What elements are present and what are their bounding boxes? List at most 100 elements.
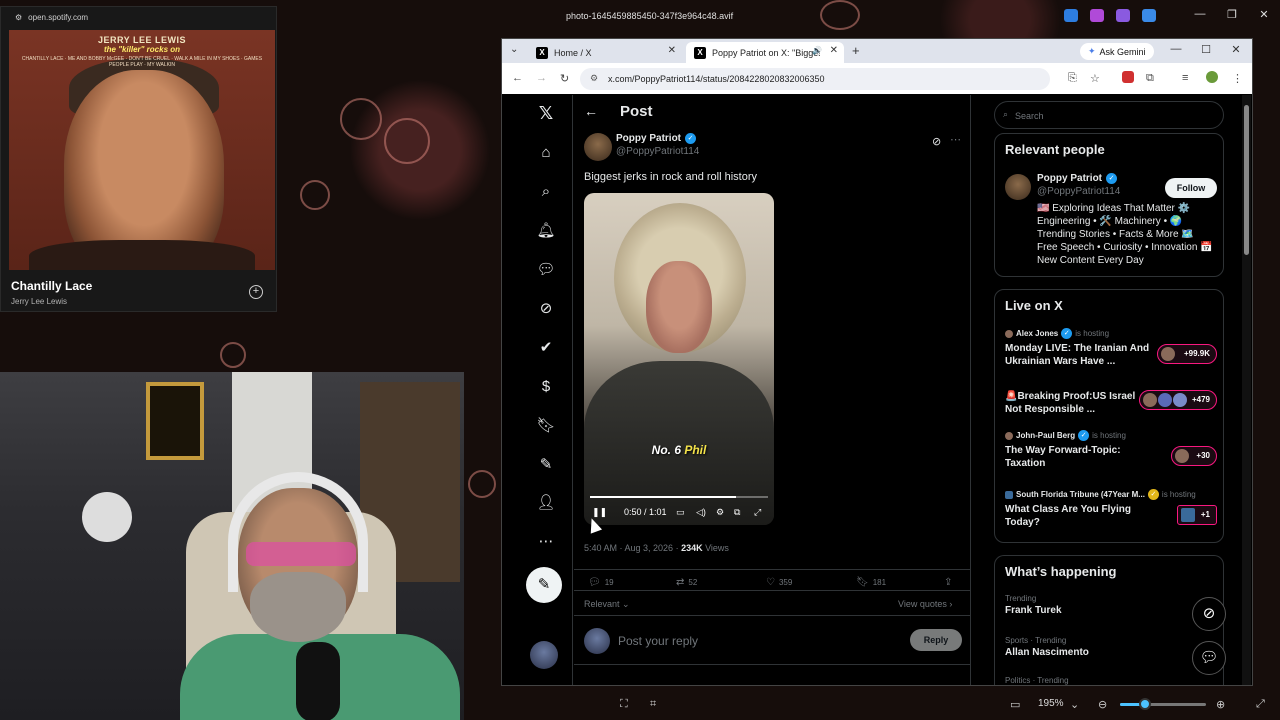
zoom-slider[interactable] <box>1120 703 1206 706</box>
adblock-extension-icon[interactable] <box>1122 71 1134 83</box>
grok-explain-icon[interactable]: ⊘ <box>932 135 941 148</box>
live-item[interactable]: Alex Jones ✓ is hosting Monday LIVE: The I… <box>1005 328 1219 372</box>
zoom-dropdown-icon[interactable]: ⌄ <box>1070 698 1079 711</box>
reply-sort-dropdown[interactable]: Relevant ⌄ <box>584 599 630 610</box>
site-settings-icon[interactable]: ⚙ <box>15 13 22 22</box>
ask-gemini-button[interactable]: ✦ Ask Gemini <box>1080 43 1154 60</box>
new-tab-icon[interactable]: + <box>852 43 860 58</box>
bookmark-stat[interactable]: 🔖︎ 181 <box>856 577 886 588</box>
scan-text-icon[interactable]: ⌗ <box>650 698 656 711</box>
bookmarks-icon[interactable]: 🔖︎ <box>534 414 558 438</box>
profile-avatar[interactable] <box>1206 71 1218 83</box>
compose-post-button[interactable]: ✎ <box>526 567 562 603</box>
browser-close-icon[interactable]: ✕ <box>1228 43 1244 56</box>
person-avatar[interactable] <box>1005 174 1031 200</box>
live-item[interactable]: 🚨Breaking Proof:US Israel Not Responsibl… <box>1005 386 1219 430</box>
tray-app-icon[interactable] <box>1064 9 1078 22</box>
account-avatar[interactable] <box>530 641 558 669</box>
extensions-icon[interactable]: ⧉ <box>1146 72 1154 85</box>
browser-minimize-icon[interactable]: — <box>1168 43 1184 55</box>
audio-playing-icon[interactable]: 🔊 <box>812 46 822 55</box>
monetization-icon[interactable]: $ <box>534 375 558 399</box>
close-tab-icon[interactable]: ✕ <box>668 45 676 56</box>
zoom-level[interactable]: 195% <box>1038 698 1064 709</box>
post-timestamp[interactable]: 5:40 AM · Aug 3, 2026 · <box>584 543 681 553</box>
close-tab-icon[interactable]: ✕ <box>830 45 838 56</box>
share-stat[interactable]: ⇪ <box>944 577 952 588</box>
trend-item[interactable]: Trending Frank Turek <box>1005 594 1062 616</box>
messages-icon[interactable]: 💬︎ <box>534 258 558 282</box>
author-name-text[interactable]: Poppy Patriot <box>616 133 681 144</box>
volume-icon[interactable]: ◁) <box>696 507 706 518</box>
trend-item[interactable]: Politics · Trending <box>1005 676 1069 685</box>
tab-search-icon[interactable]: ⌄ <box>510 44 518 55</box>
search-input[interactable]: ⌕ Search <box>994 101 1224 129</box>
person-name[interactable]: Poppy Patriot ✓ <box>1037 173 1118 184</box>
zoom-slider-thumb[interactable] <box>1139 698 1151 710</box>
fullscreen-icon[interactable]: ⤢ <box>754 507 761 518</box>
reply-input[interactable]: Post your reply <box>618 634 698 648</box>
back-icon[interactable]: ← <box>512 72 523 84</box>
fullscreen-icon[interactable]: ⤢ <box>1256 698 1265 711</box>
home-icon[interactable]: ⌂ <box>534 141 558 165</box>
notifications-icon[interactable]: 🔔︎ <box>534 219 558 243</box>
forward-icon[interactable]: → <box>536 72 547 84</box>
like-stat[interactable]: ♡ 359 <box>766 577 792 588</box>
url-text[interactable]: x.com/PoppyPatriot114/status/20842280208… <box>608 74 825 84</box>
browser-maximize-icon[interactable]: ☐ <box>1198 43 1214 56</box>
verified-icon[interactable]: ✔ <box>534 336 558 360</box>
omnibox[interactable]: ⚙ x.com/PoppyPatriot114/status/208422802… <box>580 68 1050 90</box>
reload-icon[interactable]: ↻ <box>560 72 569 85</box>
repost-stat[interactable]: ⇄ 52 <box>676 577 697 588</box>
tab-home[interactable]: X Home / X ✕ <box>528 42 682 63</box>
messages-float-icon[interactable]: 💬︎ <box>1192 641 1226 675</box>
picture-in-picture-icon[interactable]: ⧉ <box>734 507 740 518</box>
zoom-out-icon[interactable]: ⊖ <box>1098 698 1107 711</box>
tray-app-icon[interactable] <box>1090 9 1104 22</box>
grok-float-icon[interactable]: ⊘ <box>1192 597 1226 631</box>
settings-icon[interactable]: ⚙ <box>716 507 724 518</box>
install-app-icon[interactable]: ⎘ <box>1068 72 1077 85</box>
person-handle[interactable]: @PoppyPatriot114 <box>1037 186 1120 197</box>
follow-button[interactable]: Follow <box>1165 178 1217 198</box>
close-icon[interactable]: ✕ <box>1256 8 1272 21</box>
author-handle[interactable]: @PoppyPatriot114 <box>616 146 699 157</box>
live-item[interactable]: John-Paul Berg ✓ is hosting The Way Forwar… <box>1005 430 1219 474</box>
minimize-icon[interactable]: — <box>1192 8 1208 20</box>
video-player[interactable]: No. 6 Phil ❚❚ 0:50 / 1:01 ▭ ◁) ⚙ ⧉ ⤢ <box>584 193 774 525</box>
x-logo-icon[interactable]: 𝕏 <box>534 101 558 125</box>
more-icon[interactable]: ⋯ <box>534 530 558 554</box>
tray-app-icon[interactable] <box>1116 9 1130 22</box>
reply-button[interactable]: Reply <box>910 629 962 651</box>
zoom-in-icon[interactable]: ⊕ <box>1216 698 1225 711</box>
add-to-library-button[interactable]: + <box>249 285 263 299</box>
captions-icon[interactable]: ▭ <box>676 507 685 518</box>
crop-icon[interactable]: ⛶ <box>620 698 628 711</box>
live-item[interactable]: South Florida Tribune (47Year M... ✓ is ho… <box>1005 489 1219 533</box>
browser-menu-icon[interactable]: ⋮ <box>1232 72 1243 85</box>
tray-app-icon[interactable] <box>1142 9 1156 22</box>
song-artist[interactable]: Jerry Lee Lewis <box>11 297 67 306</box>
view-quotes-link[interactable]: View quotes › <box>898 599 952 609</box>
video-progress-bar[interactable] <box>590 496 768 498</box>
maximize-icon[interactable]: ❐ <box>1224 8 1240 21</box>
trend-item[interactable]: Sports · Trending Allan Nascimento <box>1005 636 1089 658</box>
tab-post[interactable]: X Poppy Patriot on X: "Bigges 🔊 ✕ <box>686 42 844 63</box>
song-title[interactable]: Chantilly Lace <box>11 279 92 293</box>
author-avatar[interactable] <box>584 133 612 161</box>
bookmark-star-icon[interactable]: ☆ <box>1090 72 1100 85</box>
scrollbar-thumb[interactable] <box>1244 105 1249 255</box>
media-controls-icon[interactable]: ≡ <box>1182 72 1188 84</box>
profile-icon[interactable]: 👤︎ <box>534 491 558 515</box>
post-more-icon[interactable]: ⋯ <box>950 133 961 146</box>
search-icon[interactable]: ⌕ <box>534 180 558 204</box>
person-name-text[interactable]: Poppy Patriot <box>1037 173 1102 184</box>
site-info-icon[interactable]: ⚙ <box>590 73 598 84</box>
back-arrow-icon[interactable]: ← <box>584 103 598 119</box>
author-name[interactable]: Poppy Patriot ✓ <box>616 133 697 144</box>
scrollbar[interactable] <box>1242 95 1251 685</box>
reply-stat[interactable]: 💬︎ 19 <box>588 577 614 588</box>
articles-icon[interactable]: ✎ <box>534 453 558 477</box>
grok-icon[interactable]: ⊘ <box>534 297 558 321</box>
fit-screen-icon[interactable]: ▭ <box>1010 698 1020 711</box>
